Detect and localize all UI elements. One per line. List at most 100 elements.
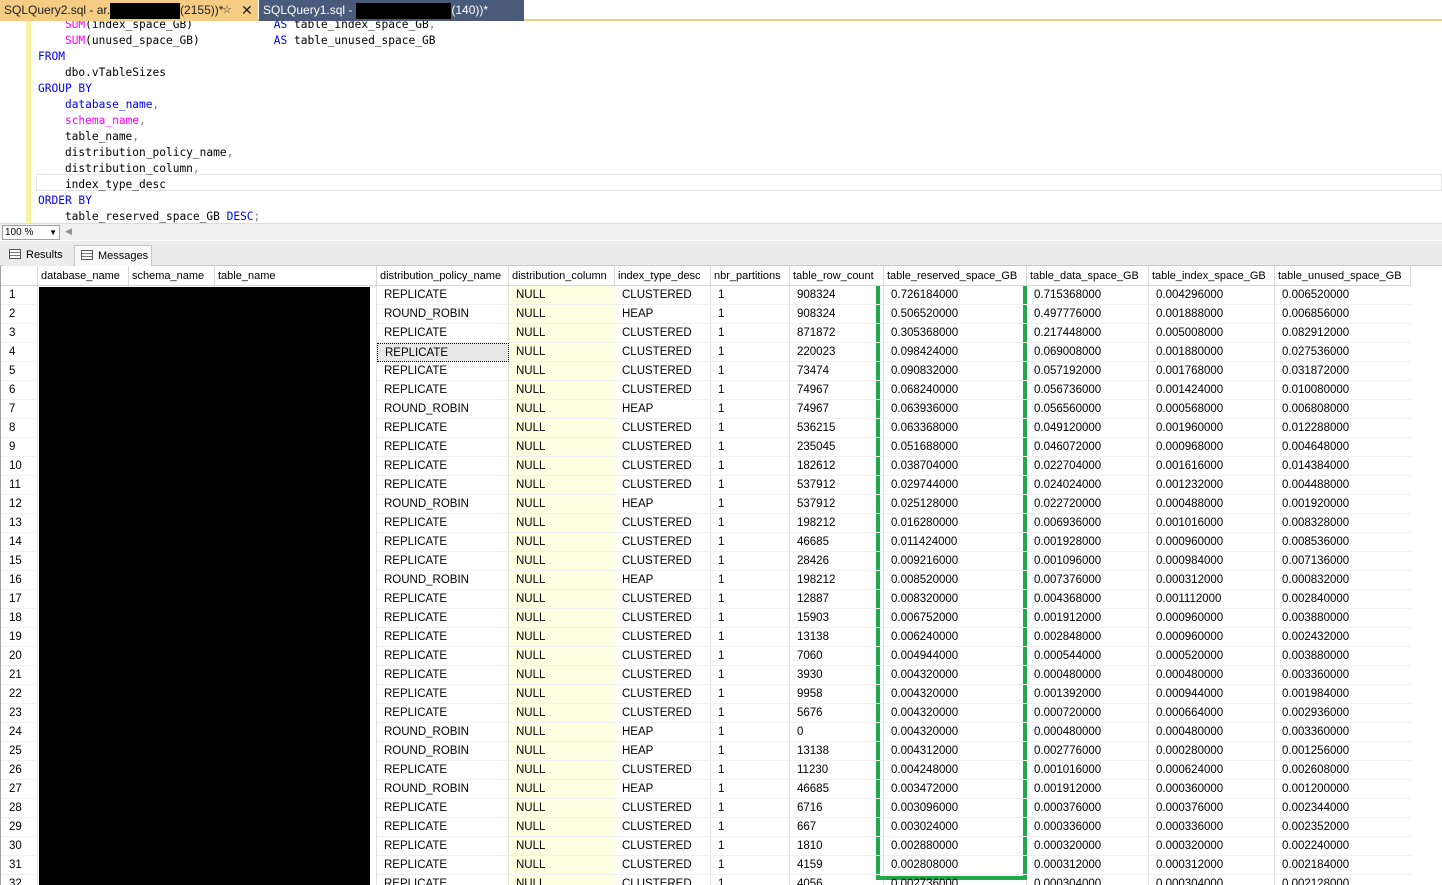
table-cell[interactable]: 74967 (790, 400, 884, 419)
table-cell[interactable]: 9958 (790, 685, 884, 704)
table-cell[interactable]: 0.008320000 (884, 590, 1027, 609)
table-cell[interactable]: 0.001200000 (1275, 780, 1411, 799)
table-cell[interactable]: 0.001912000 (1027, 609, 1149, 628)
table-cell[interactable]: 0.000488000 (1149, 495, 1275, 514)
table-cell[interactable]: 0.004648000 (1275, 438, 1411, 457)
row-number[interactable]: 10 (1, 457, 38, 476)
row-number[interactable]: 2 (1, 305, 38, 324)
table-cell[interactable]: 15903 (790, 609, 884, 628)
column-header[interactable]: nbr_partitions (711, 266, 790, 286)
table-cell[interactable]: 0.022720000 (1027, 495, 1149, 514)
table-cell[interactable]: 0.003472000 (884, 780, 1027, 799)
table-cell[interactable]: 0.000376000 (1027, 799, 1149, 818)
table-cell[interactable]: 0.000304000 (1149, 875, 1275, 885)
table-cell[interactable]: 1 (711, 324, 790, 343)
row-number[interactable]: 4 (1, 343, 38, 362)
table-cell[interactable]: ROUND_ROBIN (377, 305, 509, 324)
tab-results[interactable]: Results (3, 245, 73, 266)
table-cell[interactable]: 0.001768000 (1149, 362, 1275, 381)
table-cell[interactable]: 198212 (790, 514, 884, 533)
table-cell[interactable]: 182612 (790, 457, 884, 476)
table-cell[interactable]: 0.001424000 (1149, 381, 1275, 400)
table-cell[interactable]: 1 (711, 400, 790, 419)
table-cell[interactable]: 1 (711, 704, 790, 723)
code-line[interactable]: GROUP BY (38, 81, 92, 97)
table-cell[interactable]: 0.007136000 (1275, 552, 1411, 571)
table-cell[interactable]: 0.000480000 (1149, 666, 1275, 685)
table-cell[interactable]: 1 (711, 381, 790, 400)
table-cell[interactable]: 0.000944000 (1149, 685, 1275, 704)
table-cell[interactable]: REPLICATE (377, 628, 509, 647)
table-cell[interactable]: 0.014384000 (1275, 457, 1411, 476)
table-cell[interactable]: 3930 (790, 666, 884, 685)
table-cell[interactable]: ROUND_ROBIN (377, 723, 509, 742)
table-cell[interactable]: CLUSTERED (615, 381, 711, 400)
table-cell[interactable]: NULL (509, 343, 615, 362)
table-cell[interactable]: HEAP (615, 495, 711, 514)
table-cell[interactable]: 0.001016000 (1027, 761, 1149, 780)
table-cell[interactable]: 0.000624000 (1149, 761, 1275, 780)
table-cell[interactable]: 0.000720000 (1027, 704, 1149, 723)
row-number[interactable]: 23 (1, 704, 38, 723)
table-cell[interactable]: 1 (711, 837, 790, 856)
tab-sqlquery1[interactable]: SQLQuery1.sql - (140))* (259, 0, 524, 21)
column-header[interactable]: index_type_desc (615, 266, 711, 286)
table-cell[interactable]: NULL (509, 438, 615, 457)
row-number[interactable]: 31 (1, 856, 38, 875)
table-cell[interactable]: NULL (509, 286, 615, 305)
table-cell[interactable]: 0.715368000 (1027, 286, 1149, 305)
table-cell[interactable]: 908324 (790, 305, 884, 324)
table-cell[interactable]: 0.000336000 (1027, 818, 1149, 837)
table-cell[interactable]: 1 (711, 647, 790, 666)
results-grid[interactable]: database_name schema_name table_name distri… (0, 266, 1442, 885)
table-cell[interactable]: REPLICATE (377, 590, 509, 609)
row-number[interactable]: 6 (1, 381, 38, 400)
table-cell[interactable]: 0.506520000 (884, 305, 1027, 324)
table-cell[interactable]: 0.002880000 (884, 837, 1027, 856)
table-cell[interactable]: 0.000960000 (1149, 628, 1275, 647)
table-cell[interactable]: 667 (790, 818, 884, 837)
table-cell[interactable]: CLUSTERED (615, 761, 711, 780)
table-cell[interactable]: NULL (509, 875, 615, 885)
code-line[interactable]: SUM(unused_space_GB) AS table_unused_spa… (38, 33, 435, 49)
table-cell[interactable]: 0.001960000 (1149, 419, 1275, 438)
table-cell[interactable]: 871872 (790, 324, 884, 343)
table-cell[interactable]: 0.000960000 (1149, 609, 1275, 628)
table-cell[interactable]: 0.063368000 (884, 419, 1027, 438)
table-cell[interactable]: NULL (509, 514, 615, 533)
table-cell[interactable]: 0.000312000 (1149, 856, 1275, 875)
table-cell[interactable]: CLUSTERED (615, 818, 711, 837)
table-cell[interactable]: 13138 (790, 628, 884, 647)
row-number[interactable]: 32 (1, 875, 38, 885)
row-number[interactable]: 16 (1, 571, 38, 590)
row-number[interactable]: 22 (1, 685, 38, 704)
table-cell[interactable]: HEAP (615, 571, 711, 590)
table-cell[interactable]: NULL (509, 419, 615, 438)
table-cell[interactable]: 0.024024000 (1027, 476, 1149, 495)
table-cell[interactable]: 0.069008000 (1027, 343, 1149, 362)
table-cell[interactable]: CLUSTERED (615, 533, 711, 552)
table-cell[interactable]: 0.006752000 (884, 609, 1027, 628)
table-cell[interactable]: 5676 (790, 704, 884, 723)
table-cell[interactable]: REPLICATE (377, 381, 509, 400)
table-cell[interactable]: 0.056560000 (1027, 400, 1149, 419)
table-cell[interactable]: REPLICATE (377, 799, 509, 818)
table-cell[interactable]: 0.000960000 (1149, 533, 1275, 552)
row-number[interactable]: 19 (1, 628, 38, 647)
pin-icon[interactable]: ☆ (222, 0, 232, 21)
table-cell[interactable]: 0.217448000 (1027, 324, 1149, 343)
table-cell[interactable]: CLUSTERED (615, 362, 711, 381)
table-cell[interactable]: 0.006936000 (1027, 514, 1149, 533)
table-cell[interactable]: 0.000664000 (1149, 704, 1275, 723)
row-number[interactable]: 8 (1, 419, 38, 438)
table-cell[interactable]: NULL (509, 305, 615, 324)
table-cell[interactable]: 0.002776000 (1027, 742, 1149, 761)
row-number[interactable]: 14 (1, 533, 38, 552)
table-cell[interactable]: NULL (509, 381, 615, 400)
table-cell[interactable]: NULL (509, 324, 615, 343)
table-cell[interactable]: ROUND_ROBIN (377, 495, 509, 514)
table-cell[interactable]: NULL (509, 590, 615, 609)
table-cell[interactable]: NULL (509, 400, 615, 419)
row-number[interactable]: 30 (1, 837, 38, 856)
table-cell[interactable]: 0.006808000 (1275, 400, 1411, 419)
